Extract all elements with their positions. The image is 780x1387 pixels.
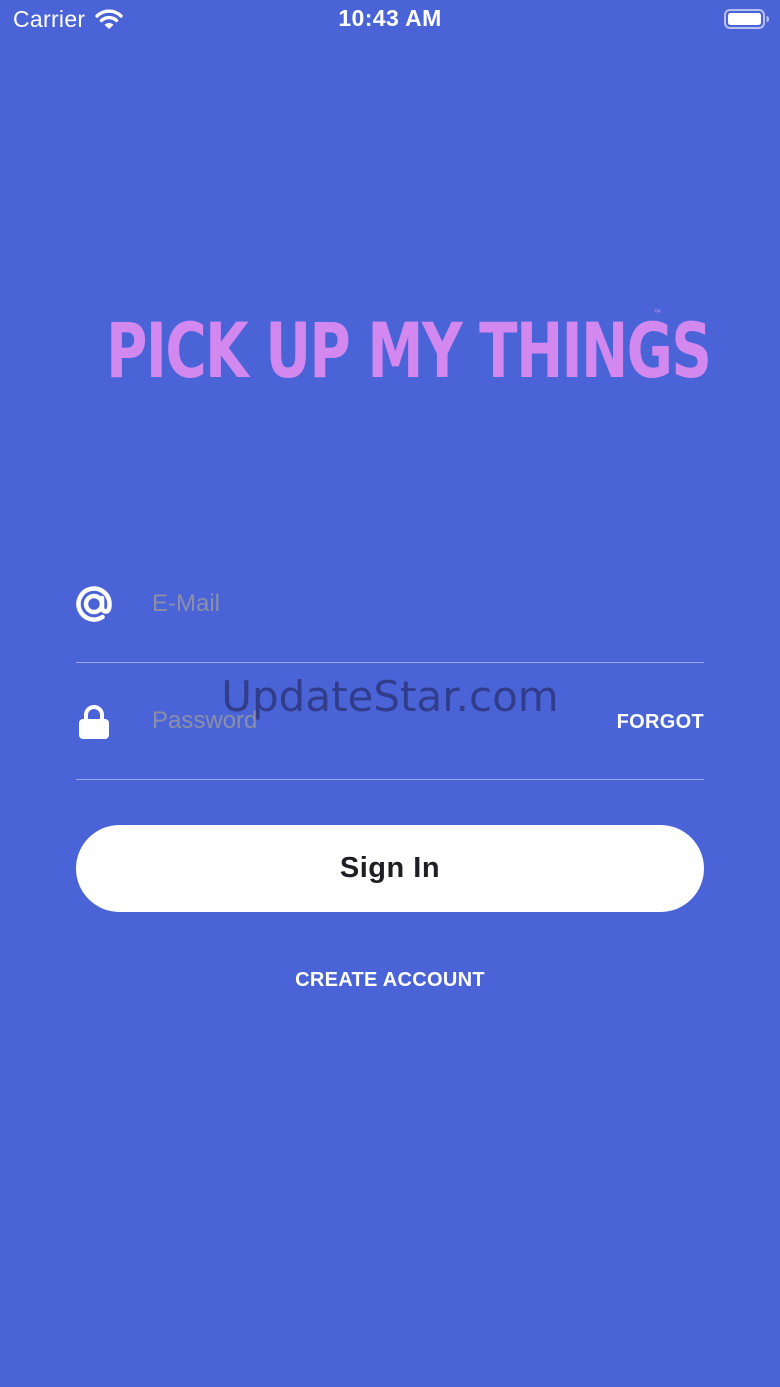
lock-icon <box>76 704 112 740</box>
at-sign-icon <box>76 586 112 622</box>
logo-text: PICK UP MY THINGS <box>106 306 712 395</box>
app-logo: PICK UP MY THINGS <box>0 303 780 403</box>
forgot-password-link[interactable]: FORGOT <box>617 711 704 734</box>
battery-icon <box>724 9 770 29</box>
password-field-row: FORGOT <box>76 663 704 780</box>
email-field-row <box>76 546 704 663</box>
create-account-link[interactable]: CREATE ACCOUNT <box>0 969 780 992</box>
password-input[interactable] <box>152 701 592 741</box>
status-time: 10:43 AM <box>338 5 442 31</box>
sign-in-button[interactable]: Sign In <box>76 825 704 912</box>
email-input[interactable] <box>152 584 592 624</box>
status-bar: Carrier 10:43 AM <box>0 0 780 40</box>
trademark-mark: ™ <box>653 308 661 317</box>
